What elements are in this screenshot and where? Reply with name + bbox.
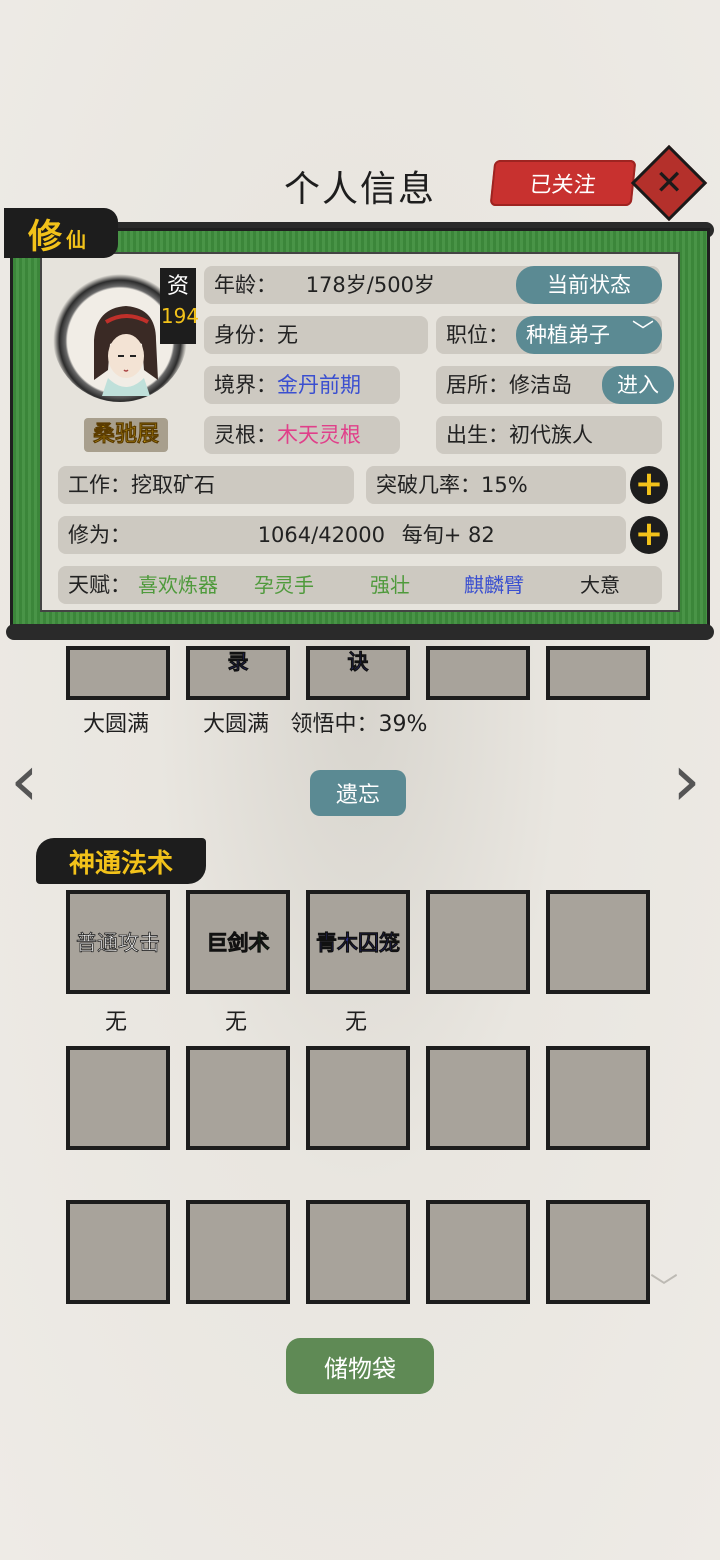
technique-status: 领悟中：39%: [290, 712, 428, 737]
portrait-image: [94, 306, 158, 396]
talent-item[interactable]: 麒麟臂: [464, 566, 524, 604]
aptitude-label: 资: [166, 274, 189, 299]
spell-slot-label: 青木囚笼: [316, 931, 401, 956]
chevron-down-icon[interactable]: ﹀: [650, 1266, 678, 1306]
spell-slot[interactable]: 普通攻击: [66, 890, 170, 994]
position-dropdown[interactable]: 种植弟子 ﹀: [516, 316, 662, 354]
close-icon: ✕: [654, 163, 684, 203]
talent-item[interactable]: 大意: [580, 566, 620, 604]
spell-level: 无: [224, 1010, 247, 1035]
spell-slot[interactable]: [426, 1200, 530, 1304]
age-label: 年龄：: [214, 273, 277, 297]
work-value: 挖取矿石: [131, 473, 215, 497]
current-status-button[interactable]: 当前状态: [516, 266, 662, 304]
spell-slot[interactable]: [306, 1046, 410, 1150]
talent-item[interactable]: 强壮: [370, 566, 410, 604]
spell-slot[interactable]: [546, 1200, 650, 1304]
spell-slot[interactable]: [66, 1200, 170, 1304]
technique-slot-label: 录: [227, 650, 249, 675]
realm-field: 境界：金丹前期: [204, 366, 400, 404]
spell-slot[interactable]: [66, 1046, 170, 1150]
birth-label: 出生：: [446, 423, 509, 447]
technique-slot[interactable]: 诀: [306, 646, 410, 700]
cultivation-value: 1064/42000: [257, 523, 386, 547]
spirit-root-field: 灵根：木天灵根: [204, 416, 400, 454]
talent-label: 天赋：: [68, 573, 131, 597]
spell-slot[interactable]: [546, 890, 650, 994]
identity-value: 无: [277, 323, 298, 347]
storage-bag-button[interactable]: 储物袋: [286, 1338, 434, 1394]
birth-value: 初代族人: [509, 423, 593, 447]
position-value: 种植弟子: [526, 323, 610, 347]
spell-slot[interactable]: [306, 1200, 410, 1304]
enter-button[interactable]: 进入: [602, 366, 674, 404]
spell-slot[interactable]: [186, 1200, 290, 1304]
breakthrough-label: 突破几率：: [376, 473, 481, 497]
technique-slot[interactable]: [546, 646, 650, 700]
xiu-char: 修: [28, 216, 62, 257]
spell-slot[interactable]: [546, 1046, 650, 1150]
character-name[interactable]: 桑驰展: [84, 418, 168, 452]
cultivator-tag: 修仙: [4, 208, 118, 258]
residence-label: 居所：: [446, 373, 509, 397]
spirit-root-label: 灵根：: [214, 423, 277, 447]
technique-status: 大圆满: [202, 712, 269, 737]
spirit-root-value: 木天灵根: [277, 423, 361, 447]
spell-level: 无: [104, 1010, 127, 1035]
technique-slot[interactable]: [66, 646, 170, 700]
spell-slot[interactable]: [426, 890, 530, 994]
breakthrough-field: 突破几率：15%: [366, 466, 626, 504]
talent-item[interactable]: 喜欢炼器: [138, 566, 218, 604]
work-label: 工作：: [68, 473, 131, 497]
technique-slot[interactable]: 录: [186, 646, 290, 700]
prev-page-arrow-icon[interactable]: ‹: [10, 744, 50, 816]
work-field: 工作：挖取矿石: [58, 466, 354, 504]
spell-slot[interactable]: [426, 1046, 530, 1150]
identity-label: 身份：: [214, 323, 277, 347]
birth-field: 出生：初代族人: [436, 416, 662, 454]
age-value: 178岁/500岁: [305, 273, 435, 297]
technique-slot[interactable]: [426, 646, 530, 700]
realm-value: 金丹前期: [277, 373, 361, 397]
realm-label: 境界：: [214, 373, 277, 397]
spells-section-title: 神通法术: [36, 838, 206, 884]
xian-char: 仙: [66, 227, 86, 252]
spell-slot[interactable]: [186, 1046, 290, 1150]
follow-button[interactable]: 已关注: [489, 160, 637, 206]
breakthrough-value: 15%: [481, 473, 528, 497]
cultivation-rate: 每旬+ 82: [401, 523, 495, 547]
talent-item[interactable]: 孕灵手: [254, 566, 314, 604]
next-page-arrow-icon[interactable]: ›: [672, 744, 712, 816]
spell-slot-label: 普通攻击: [76, 931, 161, 956]
residence-value: 修洁岛: [509, 373, 572, 397]
chevron-down-icon: ﹀: [631, 320, 654, 345]
spell-level: 无: [344, 1010, 367, 1035]
cultivation-plus-button[interactable]: +: [630, 516, 668, 554]
technique-slot-label: 诀: [347, 650, 369, 675]
cultivation-field: 修为： 1064/42000 每旬+ 82: [58, 516, 626, 554]
spell-slot[interactable]: 巨剑术: [186, 890, 290, 994]
technique-status: 大圆满: [82, 712, 149, 737]
breakthrough-plus-button[interactable]: +: [630, 466, 668, 504]
forget-button[interactable]: 遗忘: [310, 770, 406, 816]
spell-slot[interactable]: 青木囚笼: [306, 890, 410, 994]
spell-slot-label: 巨剑术: [206, 931, 270, 956]
cultivation-label: 修为：: [68, 523, 131, 547]
aptitude-value: 194: [160, 304, 200, 328]
scroll-rod-bottom: [6, 624, 714, 640]
identity-field: 身份：无: [204, 316, 428, 354]
position-label: 职位：: [446, 323, 509, 347]
